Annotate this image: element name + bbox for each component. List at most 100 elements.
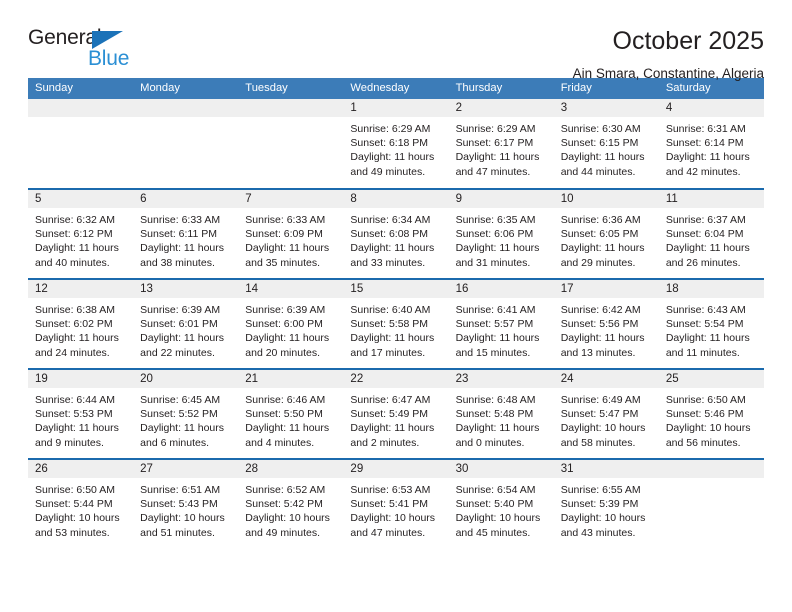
calendar-day-cell[interactable]: 11 Sunrise: 6:37 AM Sunset: 6:04 PM Dayligh…	[658, 188, 764, 279]
calendar-day-cell[interactable]: 2 Sunrise: 6:29 AM Sunset: 6:17 PM Daylight…	[448, 99, 554, 189]
day-details: Sunrise: 6:39 AM Sunset: 6:01 PM Daylight:…	[133, 298, 238, 360]
calendar-day-cell[interactable]: 29 Sunrise: 6:53 AM Sunset: 5:41 PM Dayligh…	[343, 458, 449, 549]
day-details: Sunrise: 6:47 AM Sunset: 5:49 PM Daylight:…	[343, 388, 448, 450]
sunrise-time: Sunrise: 6:29 AM	[455, 123, 536, 135]
daylight-duration-line2: and 31 minutes.	[455, 256, 531, 269]
calendar-day-cell[interactable]: 27 Sunrise: 6:51 AM Sunset: 5:43 PM Dayligh…	[133, 458, 239, 549]
calendar-day-cell[interactable]: 9 Sunrise: 6:35 AM Sunset: 6:06 PM Daylight…	[448, 188, 554, 279]
sunset-time: Sunset: 5:56 PM	[560, 318, 639, 331]
sunrise-time: Sunrise: 6:36 AM	[560, 214, 641, 226]
calendar-day-cell[interactable]: 21 Sunrise: 6:46 AM Sunset: 5:50 PM Dayligh…	[238, 368, 344, 459]
daylight-duration-line2: and 47 minutes.	[455, 165, 531, 178]
day-details: Sunrise: 6:33 AM Sunset: 6:11 PM Daylight:…	[133, 208, 238, 270]
day-number: 1	[343, 99, 449, 117]
sunrise-time: Sunrise: 6:44 AM	[35, 394, 115, 406]
day-details: Sunrise: 6:51 AM Sunset: 5:43 PM Daylight:…	[133, 478, 238, 540]
sunrise-time: Sunrise: 6:48 AM	[455, 394, 536, 406]
day-details: Sunrise: 6:32 AM Sunset: 6:12 PM Daylight:…	[28, 208, 133, 270]
sunset-time: Sunset: 6:06 PM	[455, 228, 534, 241]
daylight-duration-line1: Daylight: 11 hours	[455, 151, 540, 164]
general-blue-logo[interactable]: General Blue	[28, 26, 140, 74]
sunset-time: Sunset: 6:08 PM	[350, 228, 429, 241]
calendar-day-cell[interactable]: 1 Sunrise: 6:29 AM Sunset: 6:18 PM Daylight…	[343, 99, 449, 189]
day-number: 24	[553, 370, 659, 388]
day-details: Sunrise: 6:50 AM Sunset: 5:46 PM Daylight:…	[659, 388, 764, 450]
sunset-time: Sunset: 6:15 PM	[560, 137, 639, 150]
calendar-body: 1 Sunrise: 6:29 AM Sunset: 6:18 PM Daylight…	[28, 99, 764, 549]
day-number	[28, 99, 134, 117]
calendar-cell-empty	[238, 99, 344, 189]
day-number: 8	[343, 190, 449, 208]
day-number	[238, 99, 344, 117]
calendar-day-cell[interactable]: 24 Sunrise: 6:49 AM Sunset: 5:47 PM Dayligh…	[553, 368, 659, 459]
day-number: 13	[133, 280, 239, 298]
sunrise-time: Sunrise: 6:51 AM	[140, 484, 221, 496]
logo-text-general: General	[28, 26, 102, 49]
calendar-day-cell[interactable]: 30 Sunrise: 6:54 AM Sunset: 5:40 PM Dayligh…	[448, 458, 554, 549]
day-details: Sunrise: 6:29 AM Sunset: 6:18 PM Daylight:…	[343, 117, 448, 179]
calendar-day-cell[interactable]: 23 Sunrise: 6:48 AM Sunset: 5:48 PM Dayligh…	[448, 368, 554, 459]
calendar-day-cell[interactable]: 12 Sunrise: 6:38 AM Sunset: 6:02 PM Dayligh…	[28, 278, 134, 369]
daylight-duration-line1: Daylight: 10 hours	[245, 512, 330, 525]
daylight-duration-line1: Daylight: 11 hours	[455, 332, 540, 345]
daylight-duration-line1: Daylight: 11 hours	[245, 422, 330, 435]
sunrise-time: Sunrise: 6:49 AM	[560, 394, 641, 406]
calendar-day-cell[interactable]: 7 Sunrise: 6:33 AM Sunset: 6:09 PM Daylight…	[238, 188, 344, 279]
daylight-duration-line2: and 44 minutes.	[560, 165, 636, 178]
daylight-duration-line2: and 40 minutes.	[35, 256, 110, 269]
daylight-duration-line2: and 38 minutes.	[140, 256, 215, 269]
daylight-duration-line2: and 24 minutes.	[35, 346, 110, 359]
sunset-time: Sunset: 6:14 PM	[665, 137, 744, 150]
day-number: 28	[238, 460, 344, 478]
daylight-duration-line1: Daylight: 11 hours	[665, 151, 750, 164]
sunrise-time: Sunrise: 6:41 AM	[455, 304, 536, 316]
calendar-day-cell[interactable]: 17 Sunrise: 6:42 AM Sunset: 5:56 PM Dayligh…	[553, 278, 659, 369]
calendar-day-cell[interactable]: 19 Sunrise: 6:44 AM Sunset: 5:53 PM Dayligh…	[28, 368, 134, 459]
day-number: 3	[553, 99, 659, 117]
calendar-day-cell[interactable]: 16 Sunrise: 6:41 AM Sunset: 5:57 PM Dayligh…	[448, 278, 554, 369]
calendar-page: General Blue October 2025 Ain Smara, Con…	[0, 0, 792, 612]
day-number: 5	[28, 190, 134, 208]
day-details: Sunrise: 6:35 AM Sunset: 6:06 PM Daylight:…	[449, 208, 554, 270]
day-details: Sunrise: 6:46 AM Sunset: 5:50 PM Daylight:…	[238, 388, 343, 450]
daylight-duration-line1: Daylight: 10 hours	[665, 422, 751, 435]
day-details: Sunrise: 6:53 AM Sunset: 5:41 PM Daylight:…	[343, 478, 448, 540]
day-details: Sunrise: 6:30 AM Sunset: 6:15 PM Daylight:…	[554, 117, 659, 179]
calendar-week-row: 19 Sunrise: 6:44 AM Sunset: 5:53 PM Dayligh…	[28, 368, 764, 459]
day-details: Sunrise: 6:44 AM Sunset: 5:53 PM Daylight:…	[28, 388, 133, 450]
calendar-day-cell[interactable]: 22 Sunrise: 6:47 AM Sunset: 5:49 PM Dayligh…	[343, 368, 449, 459]
calendar-day-cell[interactable]: 31 Sunrise: 6:55 AM Sunset: 5:39 PM Dayligh…	[553, 458, 659, 549]
daylight-duration-line1: Daylight: 11 hours	[35, 332, 119, 345]
calendar-day-cell[interactable]: 8 Sunrise: 6:34 AM Sunset: 6:08 PM Daylight…	[343, 188, 449, 279]
daylight-duration-line2: and 0 minutes.	[455, 436, 525, 449]
calendar-day-cell[interactable]: 25 Sunrise: 6:50 AM Sunset: 5:46 PM Dayligh…	[658, 368, 764, 459]
calendar-day-cell[interactable]: 20 Sunrise: 6:45 AM Sunset: 5:52 PM Dayligh…	[133, 368, 239, 459]
calendar-day-cell[interactable]: 3 Sunrise: 6:30 AM Sunset: 6:15 PM Daylight…	[553, 99, 659, 189]
day-number: 27	[133, 460, 239, 478]
calendar-day-cell[interactable]: 4 Sunrise: 6:31 AM Sunset: 6:14 PM Daylight…	[658, 99, 764, 189]
day-number: 25	[658, 370, 764, 388]
calendar-day-cell[interactable]: 5 Sunrise: 6:32 AM Sunset: 6:12 PM Daylight…	[28, 188, 134, 279]
calendar-day-cell[interactable]: 26 Sunrise: 6:50 AM Sunset: 5:44 PM Dayligh…	[28, 458, 134, 549]
sunrise-time: Sunrise: 6:38 AM	[35, 304, 115, 316]
daylight-duration-line1: Daylight: 10 hours	[455, 512, 541, 525]
day-number: 21	[238, 370, 344, 388]
calendar-cell-empty	[28, 99, 134, 189]
daylight-duration-line1: Daylight: 11 hours	[560, 242, 645, 255]
calendar-day-cell[interactable]: 18 Sunrise: 6:43 AM Sunset: 5:54 PM Dayligh…	[658, 278, 764, 369]
calendar-day-cell[interactable]: 28 Sunrise: 6:52 AM Sunset: 5:42 PM Dayligh…	[238, 458, 344, 549]
sunrise-time: Sunrise: 6:53 AM	[350, 484, 431, 496]
sunset-time: Sunset: 6:12 PM	[35, 228, 113, 241]
calendar-day-cell[interactable]: 13 Sunrise: 6:39 AM Sunset: 6:01 PM Dayligh…	[133, 278, 239, 369]
daylight-duration-line1: Daylight: 11 hours	[560, 151, 645, 164]
calendar-day-cell[interactable]: 6 Sunrise: 6:33 AM Sunset: 6:11 PM Daylight…	[133, 188, 239, 279]
day-number: 31	[553, 460, 659, 478]
calendar-day-cell[interactable]: 14 Sunrise: 6:39 AM Sunset: 6:00 PM Dayligh…	[238, 278, 344, 369]
calendar-week-row: 26 Sunrise: 6:50 AM Sunset: 5:44 PM Dayligh…	[28, 458, 764, 549]
weekday-header-thursday: Thursday	[448, 78, 554, 99]
daylight-duration-line1: Daylight: 11 hours	[560, 332, 645, 345]
daylight-duration-line2: and 43 minutes.	[560, 526, 636, 539]
calendar-day-cell[interactable]: 15 Sunrise: 6:40 AM Sunset: 5:58 PM Dayligh…	[343, 278, 449, 369]
calendar-day-cell[interactable]: 10 Sunrise: 6:36 AM Sunset: 6:05 PM Dayligh…	[553, 188, 659, 279]
daylight-duration-line2: and 53 minutes.	[35, 526, 110, 539]
